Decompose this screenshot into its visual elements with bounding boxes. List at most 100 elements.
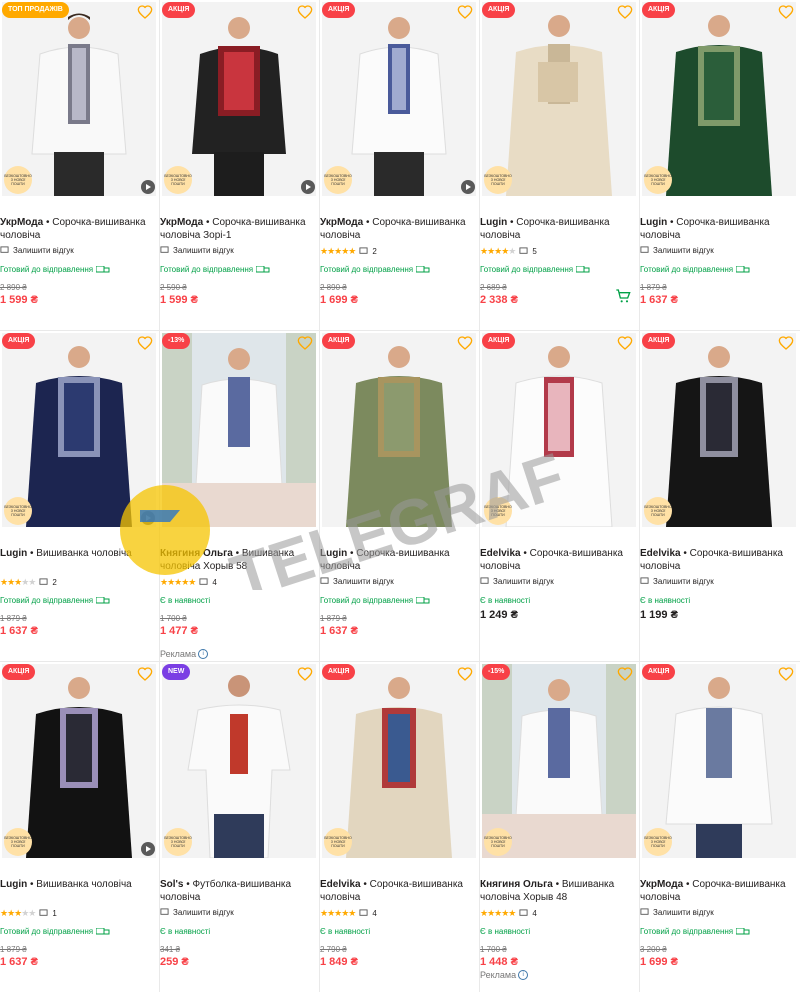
cart-icon[interactable] <box>615 288 631 304</box>
product-card[interactable]: АКЦІЯ БЕЗКОШТОВНО З НОВОЇ ПОШТИ УкрМода … <box>320 0 480 330</box>
play-video-icon[interactable] <box>461 180 475 194</box>
heart-icon[interactable] <box>617 335 633 351</box>
old-price: 2 890 ₴ <box>320 283 347 292</box>
truck-icon <box>576 265 590 272</box>
product-image[interactable] <box>322 2 476 196</box>
product-card[interactable]: АКЦІЯ БЕЗКОШТОВНО З НОВОЇ ПОШТИ УкрМода … <box>640 662 800 992</box>
review-link[interactable]: Залишити відгук <box>640 577 714 586</box>
heart-icon[interactable] <box>778 335 794 351</box>
heart-icon[interactable] <box>457 335 473 351</box>
free-delivery-badge: БЕЗКОШТОВНО З НОВОЇ ПОШТИ <box>4 828 32 856</box>
product-card[interactable]: АКЦІЯ БЕЗКОШТОВНО З НОВОЇ ПОШТИ Lugin • … <box>640 0 800 330</box>
product-title[interactable]: Edelvika • Сорочка-вишиванка чоловіча <box>320 878 476 904</box>
availability-status: Готовий до відправлення <box>0 927 110 936</box>
rating[interactable]: ★★★★★ 4 <box>160 577 217 588</box>
heart-icon[interactable] <box>297 4 313 20</box>
heart-icon[interactable] <box>297 666 313 682</box>
info-icon[interactable]: i <box>198 649 209 659</box>
review-link[interactable]: Залишити відгук <box>640 908 714 917</box>
product-title[interactable]: УкрМода • Сорочка-вишиванка чоловіча <box>640 878 796 904</box>
current-price: 1 199 ₴ <box>640 609 678 621</box>
product-title[interactable]: Lugin • Сорочка-вишиванка чоловіча <box>320 547 476 573</box>
heart-icon[interactable] <box>617 4 633 20</box>
product-card[interactable]: АКЦІЯ БЕЗКОШТОВНО З НОВОЇ ПОШТИ Lugin • … <box>0 662 160 992</box>
rating[interactable]: ★★★★★ 2 <box>0 577 57 588</box>
product-image[interactable] <box>322 333 476 527</box>
product-card[interactable]: АКЦІЯ БЕЗКОШТОВНО З НОВОЇ ПОШТИ Edelvika… <box>480 331 640 661</box>
heart-icon[interactable] <box>457 666 473 682</box>
product-image[interactable] <box>162 664 316 858</box>
comment-icon <box>359 247 368 254</box>
info-icon[interactable]: i <box>518 970 529 980</box>
availability-status: Є в наявності <box>160 596 211 605</box>
review-link[interactable]: Залишити відгук <box>320 577 394 586</box>
product-image[interactable] <box>2 333 156 527</box>
product-image[interactable] <box>162 333 316 527</box>
product-title[interactable]: Lugin • Сорочка-вишиванка чоловіча <box>480 216 636 242</box>
heart-icon[interactable] <box>778 4 794 20</box>
product-title[interactable]: Sol's • Футболка-вишиванка чоловіча <box>160 878 316 904</box>
product-image[interactable] <box>642 333 796 527</box>
heart-icon[interactable] <box>617 666 633 682</box>
product-title[interactable]: Lugin • Вишиванка чоловіча <box>0 547 156 560</box>
product-row: ТОП ПРОДАЖІВ БЕЗКОШТОВНО З НОВОЇ ПОШТИ У… <box>0 0 800 331</box>
play-video-icon[interactable] <box>141 511 155 525</box>
product-image[interactable] <box>482 2 636 196</box>
product-image[interactable] <box>642 2 796 196</box>
review-link[interactable]: Залишити відгук <box>480 577 554 586</box>
review-link[interactable]: Залишити відгук <box>160 246 234 255</box>
product-image[interactable] <box>322 664 476 858</box>
sale-badge: АКЦІЯ <box>322 664 356 680</box>
play-video-icon[interactable] <box>141 842 155 856</box>
heart-icon[interactable] <box>778 666 794 682</box>
product-card[interactable]: NEW БЕЗКОШТОВНО З НОВОЇ ПОШТИ Sol's • Фу… <box>160 662 320 992</box>
play-video-icon[interactable] <box>141 180 155 194</box>
product-image[interactable] <box>2 664 156 858</box>
current-price: 1 699 ₴ <box>320 294 358 306</box>
product-title[interactable]: Edelvika • Сорочка-вишиванка чоловіча <box>640 547 796 573</box>
free-delivery-badge: БЕЗКОШТОВНО З НОВОЇ ПОШТИ <box>4 497 32 525</box>
heart-icon[interactable] <box>137 335 153 351</box>
product-title[interactable]: Lugin • Сорочка-вишиванка чоловіча <box>640 216 796 242</box>
product-image[interactable] <box>162 2 316 196</box>
ad-label[interactable]: Реклама i <box>480 970 529 980</box>
product-card[interactable]: -15% БЕЗКОШТОВНО З НОВОЇ ПОШТИ Княгиня О… <box>480 662 640 992</box>
review-link[interactable]: Залишити відгук <box>0 246 74 255</box>
product-title[interactable]: УкрМода • Сорочка-вишиванка чоловіча <box>0 216 156 242</box>
product-image[interactable] <box>642 664 796 858</box>
product-title[interactable]: УкрМода • Сорочка-вишиванка чоловіча Зор… <box>160 216 316 242</box>
comment-icon <box>519 909 528 916</box>
heart-icon[interactable] <box>137 4 153 20</box>
heart-icon[interactable] <box>137 666 153 682</box>
product-card[interactable]: АКЦІЯ Lugin • Сорочка-вишиванка чоловіча… <box>320 331 480 661</box>
availability-status: Готовий до відправлення <box>0 596 110 605</box>
ad-label[interactable]: Реклама i <box>160 649 209 659</box>
play-video-icon[interactable] <box>301 180 315 194</box>
product-image[interactable] <box>482 664 636 858</box>
rating[interactable]: ★★★★★ 5 <box>480 246 537 257</box>
rating[interactable]: ★★★★★ 4 <box>320 908 377 919</box>
rating[interactable]: ★★★★★ 1 <box>0 908 57 919</box>
review-link[interactable]: Залишити відгук <box>640 246 714 255</box>
product-title[interactable]: Lugin • Вишиванка чоловіча <box>0 878 156 891</box>
product-title[interactable]: Княгиня Ольга • Вишиванка чоловіча Хорыв… <box>160 547 316 573</box>
product-card[interactable]: АКЦІЯ БЕЗКОШТОВНО З НОВОЇ ПОШТИ Edelvika… <box>640 331 800 661</box>
product-title[interactable]: Княгиня Ольга • Вишиванка чоловіча Хорыв… <box>480 878 636 904</box>
product-title[interactable]: УкрМода • Сорочка-вишиванка чоловіча <box>320 216 476 242</box>
heart-icon[interactable] <box>297 335 313 351</box>
current-price: 1 637 ₴ <box>0 625 38 637</box>
rating[interactable]: ★★★★★ 4 <box>480 908 537 919</box>
current-price: 259 ₴ <box>160 956 189 968</box>
rating[interactable]: ★★★★★ 2 <box>320 246 377 257</box>
product-card[interactable]: -13% Княгиня Ольга • Вишиванка чоловіча … <box>160 331 320 661</box>
product-image[interactable] <box>2 2 156 196</box>
review-link[interactable]: Залишити відгук <box>160 908 234 917</box>
product-card[interactable]: АКЦІЯ БЕЗКОШТОВНО З НОВОЇ ПОШТИ Lugin • … <box>480 0 640 330</box>
product-card[interactable]: АКЦІЯ БЕЗКОШТОВНО З НОВОЇ ПОШТИ Lugin • … <box>0 331 160 661</box>
product-card[interactable]: АКЦІЯ БЕЗКОШТОВНО З НОВОЇ ПОШТИ Edelvika… <box>320 662 480 992</box>
product-card[interactable]: АКЦІЯ БЕЗКОШТОВНО З НОВОЇ ПОШТИ УкрМода … <box>160 0 320 330</box>
heart-icon[interactable] <box>457 4 473 20</box>
product-card[interactable]: ТОП ПРОДАЖІВ БЕЗКОШТОВНО З НОВОЇ ПОШТИ У… <box>0 0 160 330</box>
product-image[interactable] <box>482 333 636 527</box>
product-title[interactable]: Edelvika • Сорочка-вишиванка чоловіча <box>480 547 636 573</box>
